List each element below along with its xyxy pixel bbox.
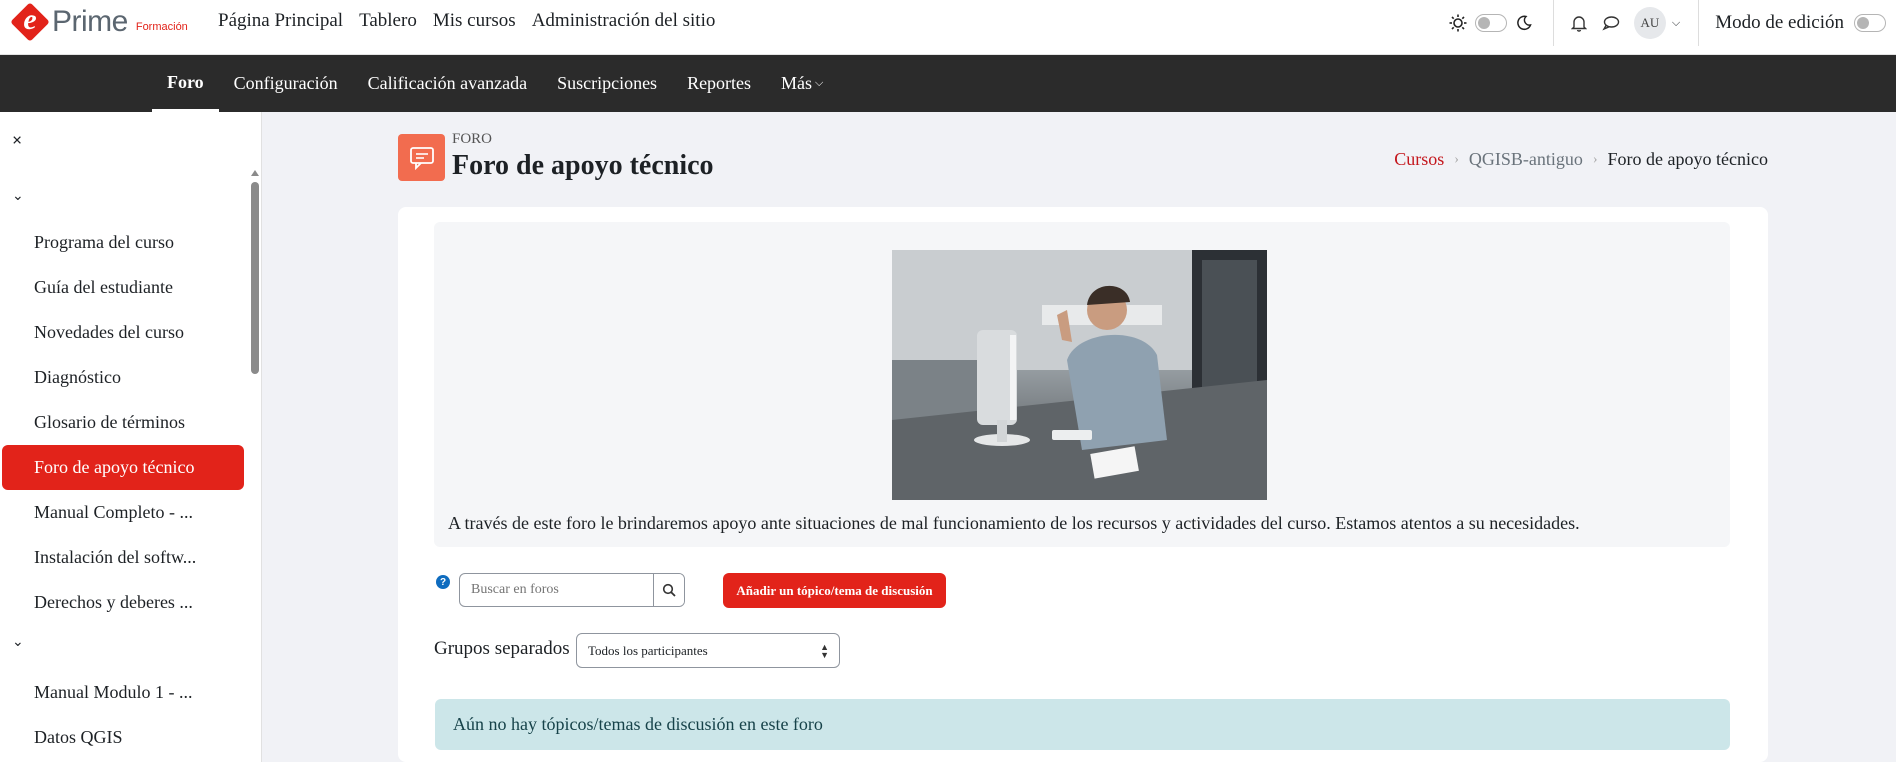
close-icon[interactable]: ×	[12, 130, 22, 151]
nav-home[interactable]: Página Principal	[218, 10, 343, 32]
top-navbar: e Prime Formación Página Principal Table…	[0, 0, 1896, 55]
moon-icon	[1513, 12, 1535, 34]
breadcrumb: Cursos › QGISB-antiguo › Foro de apoyo t…	[1394, 149, 1768, 170]
no-discussions-alert: Aún no hay tópicos/temas de discusión en…	[435, 699, 1730, 750]
tab-forum[interactable]: Foro	[152, 55, 219, 112]
search-icon	[662, 583, 676, 597]
breadcrumb-current: Foro de apoyo técnico	[1607, 149, 1768, 169]
tab-reports[interactable]: Reportes	[672, 55, 766, 112]
sidebar-item[interactable]: Derechos y deberes ...	[2, 580, 244, 625]
avatar[interactable]: AU	[1633, 7, 1666, 39]
site-logo[interactable]: e Prime Formación	[10, 0, 188, 44]
sidebar-item[interactable]: Diagnóstico	[2, 355, 244, 400]
scroll-up-arrow[interactable]	[251, 170, 259, 176]
sun-icon	[1447, 12, 1469, 34]
messages-icon[interactable]	[1600, 12, 1622, 34]
logo-subtitle: Formación	[135, 21, 188, 33]
chevron-down-icon[interactable]: ⌄	[12, 634, 24, 651]
chevron-right-icon: ›	[1592, 151, 1598, 167]
scrollbar-thumb[interactable]	[251, 182, 259, 374]
user-menu[interactable]: AU ⌵	[1633, 0, 1700, 46]
secondary-navigation: Foro Configuración Calificación avanzada…	[0, 55, 1896, 112]
sidebar-item-active[interactable]: Foro de apoyo técnico	[2, 445, 244, 490]
main-content-card: A través de este foro le brindaremos apo…	[398, 207, 1768, 762]
tab-settings[interactable]: Configuración	[219, 55, 353, 112]
help-icon[interactable]: ?	[436, 575, 450, 589]
forum-description: A través de este foro le brindaremos apo…	[448, 513, 1580, 533]
sidebar-item[interactable]: Datos QGIS	[2, 715, 244, 760]
select-arrows-icon: ▲ ▼	[820, 642, 829, 660]
chevron-down-icon[interactable]: ⌵	[1672, 17, 1680, 30]
logo-name: Prime	[52, 5, 128, 38]
groups-label: Grupos separados	[434, 638, 570, 659]
sidebar-item[interactable]: Manual Modulo 1 - ...	[2, 670, 244, 715]
sidebar-item[interactable]: Novedades del curso	[2, 310, 244, 355]
edit-mode-label: Modo de edición	[1715, 12, 1844, 33]
support-agent-image	[892, 250, 1267, 500]
chevron-down-icon[interactable]: ⌄	[12, 188, 24, 205]
nav-site-admin[interactable]: Administración del sitio	[532, 10, 716, 32]
groups-selected-value: Todos los participantes	[588, 642, 708, 658]
activity-type-label: FORO	[452, 131, 493, 147]
primary-navigation: Página Principal Tablero Mis cursos Admi…	[218, 10, 715, 32]
tab-subscriptions[interactable]: Suscripciones	[542, 55, 672, 112]
breadcrumb-courses[interactable]: Cursos	[1394, 149, 1444, 170]
edit-mode-control: Modo de edición	[1699, 12, 1896, 34]
chevron-down-icon: ⌵	[815, 77, 824, 89]
sidebar-item[interactable]: Manual Completo - ...	[2, 490, 244, 535]
nav-my-courses[interactable]: Mis cursos	[433, 10, 516, 32]
chevron-right-icon: ›	[1454, 151, 1459, 167]
add-discussion-button[interactable]: Añadir un tópico/tema de discusión	[723, 573, 946, 608]
bell-icon[interactable]	[1568, 12, 1590, 34]
sidebar-item[interactable]: Programa del curso	[2, 220, 244, 265]
edit-mode-switch[interactable]	[1854, 14, 1886, 32]
groups-select[interactable]: Todos los participantes ▲ ▼	[576, 633, 840, 668]
breadcrumb-course[interactable]: QGISB-antiguo	[1469, 149, 1583, 170]
forum-search	[459, 573, 685, 607]
sidebar-item[interactable]: Guía del estudiante	[2, 265, 244, 310]
tab-more[interactable]: Más ⌵	[766, 55, 838, 112]
dark-mode-switch[interactable]	[1474, 14, 1507, 32]
theme-toggle-group	[1447, 0, 1554, 46]
sidebar-item[interactable]: Glosario de términos	[2, 400, 244, 445]
sidebar-item[interactable]: Instalación del softw...	[2, 535, 244, 580]
search-input[interactable]	[460, 574, 653, 606]
course-index-drawer: × ⌄ Programa del curso Guía del estudian…	[0, 112, 262, 762]
nav-dashboard[interactable]: Tablero	[359, 10, 417, 32]
forum-intro: A través de este foro le brindaremos apo…	[434, 222, 1730, 547]
tab-advanced-grading[interactable]: Calificación avanzada	[353, 55, 542, 112]
forum-icon	[398, 134, 445, 181]
logo-mark: e	[10, 2, 50, 42]
page-title: Foro de apoyo técnico	[452, 150, 714, 181]
search-button[interactable]	[653, 574, 684, 606]
